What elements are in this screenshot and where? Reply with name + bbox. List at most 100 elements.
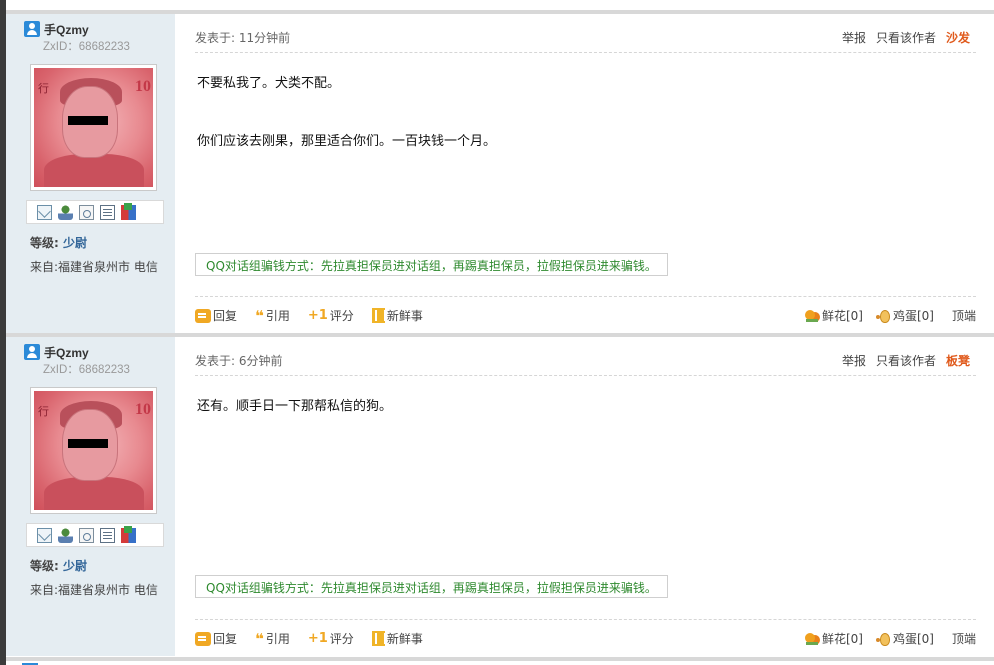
post-line: 不要私我了。犬类不配。 bbox=[197, 76, 341, 91]
username-link[interactable]: 手Qzmy bbox=[44, 344, 89, 361]
flower-count: 鲜花[0] bbox=[821, 632, 863, 646]
top-link[interactable]: 顶端 bbox=[952, 630, 976, 647]
level-rank[interactable]: 少尉 bbox=[63, 559, 87, 573]
post-line: 还有。顺手日一下那帮私信的狗。 bbox=[197, 399, 393, 414]
news-label: 新鲜事 bbox=[386, 632, 423, 646]
rate-icon: +1 bbox=[307, 630, 328, 646]
quote-icon: ❝ bbox=[255, 306, 264, 325]
next-post-edge bbox=[6, 657, 994, 665]
level-label: 等级: bbox=[30, 236, 59, 250]
report-link[interactable]: 举报 bbox=[842, 29, 866, 46]
top-link[interactable]: 顶端 bbox=[952, 307, 976, 324]
only-author-link[interactable]: 只看该作者 bbox=[876, 29, 936, 46]
news-icon bbox=[371, 631, 386, 646]
post-main: 发表于: 11分钟前 举报 只看该作者 沙发 不要私我了。犬类不配。 你们应该去… bbox=[175, 14, 994, 333]
avatar[interactable]: 10 行 bbox=[30, 387, 157, 514]
add-friend-icon[interactable] bbox=[58, 527, 73, 543]
avatar-coat bbox=[44, 477, 144, 510]
news-icon bbox=[371, 308, 386, 323]
post-actions-right: 鲜花[0] 鸡蛋[0] 顶端 bbox=[804, 630, 976, 647]
reply-label: 回复 bbox=[213, 309, 238, 323]
post-line: 你们应该去刚果，那里适合你们。一百块钱一个月。 bbox=[197, 133, 497, 149]
user-zxid: ZxID：68682233 bbox=[43, 41, 130, 53]
only-author-link[interactable]: 只看该作者 bbox=[876, 352, 936, 369]
egg-button[interactable]: 鸡蛋[0] bbox=[875, 307, 934, 324]
egg-icon bbox=[875, 632, 891, 646]
notice-box: QQ对话组骗钱方式：先拉真担保员进对话组，再踢真担保员，拉假担保员进来骗钱。 bbox=[195, 575, 668, 598]
blocks-icon[interactable] bbox=[121, 525, 136, 543]
user-icon bbox=[24, 21, 40, 37]
mail-icon[interactable] bbox=[37, 527, 52, 543]
post-main: 发表于: 6分钟前 举报 只看该作者 板凳 还有。顺手日一下那帮私信的狗。 QQ… bbox=[175, 337, 994, 656]
egg-count: 鸡蛋[0] bbox=[892, 632, 934, 646]
mail-icon[interactable] bbox=[37, 204, 52, 220]
forum-post: 手Qzmy ZxID：68682233 10 行 等级: 少尉 来自:福建省泉州… bbox=[6, 10, 994, 333]
level-rank[interactable]: 少尉 bbox=[63, 236, 87, 250]
post-time: 发表于: 6分钟前 bbox=[195, 354, 283, 368]
avatar-censor-bar bbox=[68, 439, 108, 448]
floor-label[interactable]: 板凳 bbox=[946, 352, 970, 369]
profile-icon-row bbox=[26, 200, 164, 224]
flower-icon bbox=[804, 309, 820, 323]
post-meta-links: 举报 只看该作者 沙发 bbox=[842, 29, 970, 46]
post-actions-right: 鲜花[0] 鸡蛋[0] 顶端 bbox=[804, 307, 976, 324]
flower-count: 鲜花[0] bbox=[821, 309, 863, 323]
flower-button[interactable]: 鲜花[0] bbox=[804, 630, 863, 647]
user-zxid: ZxID：68682233 bbox=[43, 364, 130, 376]
user-location: 来自:福建省泉州市 电信 bbox=[30, 260, 158, 274]
flower-button[interactable]: 鲜花[0] bbox=[804, 307, 863, 324]
avatar-denomination: 10 bbox=[135, 401, 151, 418]
user-header: 手Qzmy bbox=[24, 343, 89, 361]
avatar-image: 10 行 bbox=[34, 391, 153, 510]
profile-doc-icon[interactable] bbox=[79, 204, 94, 220]
user-sidebar: 手Qzmy ZxID：68682233 10 行 等级: 少尉 来自:福建省泉州… bbox=[6, 14, 175, 333]
reply-icon bbox=[195, 308, 211, 323]
report-link[interactable]: 举报 bbox=[842, 352, 866, 369]
quote-label: 引用 bbox=[265, 632, 290, 646]
post-actions: 回复 ❝ 引用 +1 评分 新鲜事 鲜花[0] 鸡蛋[0] 顶端 bbox=[195, 296, 976, 334]
rate-label: 评分 bbox=[329, 309, 354, 323]
post-actions-left: 回复 ❝ 引用 +1 评分 新鲜事 bbox=[195, 630, 423, 647]
username-link[interactable]: 手Qzmy bbox=[44, 21, 89, 38]
card-icon[interactable] bbox=[100, 527, 115, 543]
post-content: 不要私我了。犬类不配。 你们应该去刚果，那里适合你们。一百块钱一个月。 bbox=[197, 74, 957, 151]
user-location: 来自:福建省泉州市 电信 bbox=[30, 583, 158, 597]
user-icon bbox=[24, 344, 40, 360]
post-meta: 发表于: 6分钟前 举报 只看该作者 板凳 bbox=[195, 350, 976, 376]
floor-label[interactable]: 沙发 bbox=[946, 29, 970, 46]
post-content: 还有。顺手日一下那帮私信的狗。 bbox=[197, 397, 957, 417]
post-meta: 发表于: 11分钟前 举报 只看该作者 沙发 bbox=[195, 27, 976, 53]
reply-icon bbox=[195, 631, 211, 646]
egg-icon bbox=[875, 309, 891, 323]
reply-button[interactable]: 回复 bbox=[195, 307, 237, 324]
egg-count: 鸡蛋[0] bbox=[892, 309, 934, 323]
add-friend-icon[interactable] bbox=[58, 204, 73, 220]
news-button[interactable]: 新鲜事 bbox=[371, 307, 423, 324]
level-label: 等级: bbox=[30, 559, 59, 573]
reply-label: 回复 bbox=[213, 632, 238, 646]
avatar[interactable]: 10 行 bbox=[30, 64, 157, 191]
egg-button[interactable]: 鸡蛋[0] bbox=[875, 630, 934, 647]
post-time: 发表于: 11分钟前 bbox=[195, 31, 291, 45]
rate-label: 评分 bbox=[329, 632, 354, 646]
forum-post: 手Qzmy ZxID：68682233 10 行 等级: 少尉 来自:福建省泉州… bbox=[6, 333, 994, 656]
quote-icon: ❝ bbox=[255, 629, 264, 648]
user-sidebar: 手Qzmy ZxID：68682233 10 行 等级: 少尉 来自:福建省泉州… bbox=[6, 337, 175, 656]
news-button[interactable]: 新鲜事 bbox=[371, 630, 423, 647]
user-level: 等级: 少尉 bbox=[30, 234, 87, 251]
news-label: 新鲜事 bbox=[386, 309, 423, 323]
notice-box: QQ对话组骗钱方式：先拉真担保员进对话组，再踢真担保员，拉假担保员进来骗钱。 bbox=[195, 253, 668, 276]
user-level: 等级: 少尉 bbox=[30, 557, 87, 574]
profile-doc-icon[interactable] bbox=[79, 527, 94, 543]
rate-icon: +1 bbox=[307, 307, 328, 323]
blocks-icon[interactable] bbox=[121, 202, 136, 220]
card-icon[interactable] bbox=[100, 204, 115, 220]
avatar-coat bbox=[44, 154, 144, 187]
profile-icon-row bbox=[26, 523, 164, 547]
reply-button[interactable]: 回复 bbox=[195, 630, 237, 647]
rate-button[interactable]: +1 评分 bbox=[308, 630, 354, 647]
quote-button[interactable]: ❝ 引用 bbox=[255, 307, 290, 324]
post-meta-links: 举报 只看该作者 板凳 bbox=[842, 352, 970, 369]
quote-button[interactable]: ❝ 引用 bbox=[255, 630, 290, 647]
rate-button[interactable]: +1 评分 bbox=[308, 307, 354, 324]
